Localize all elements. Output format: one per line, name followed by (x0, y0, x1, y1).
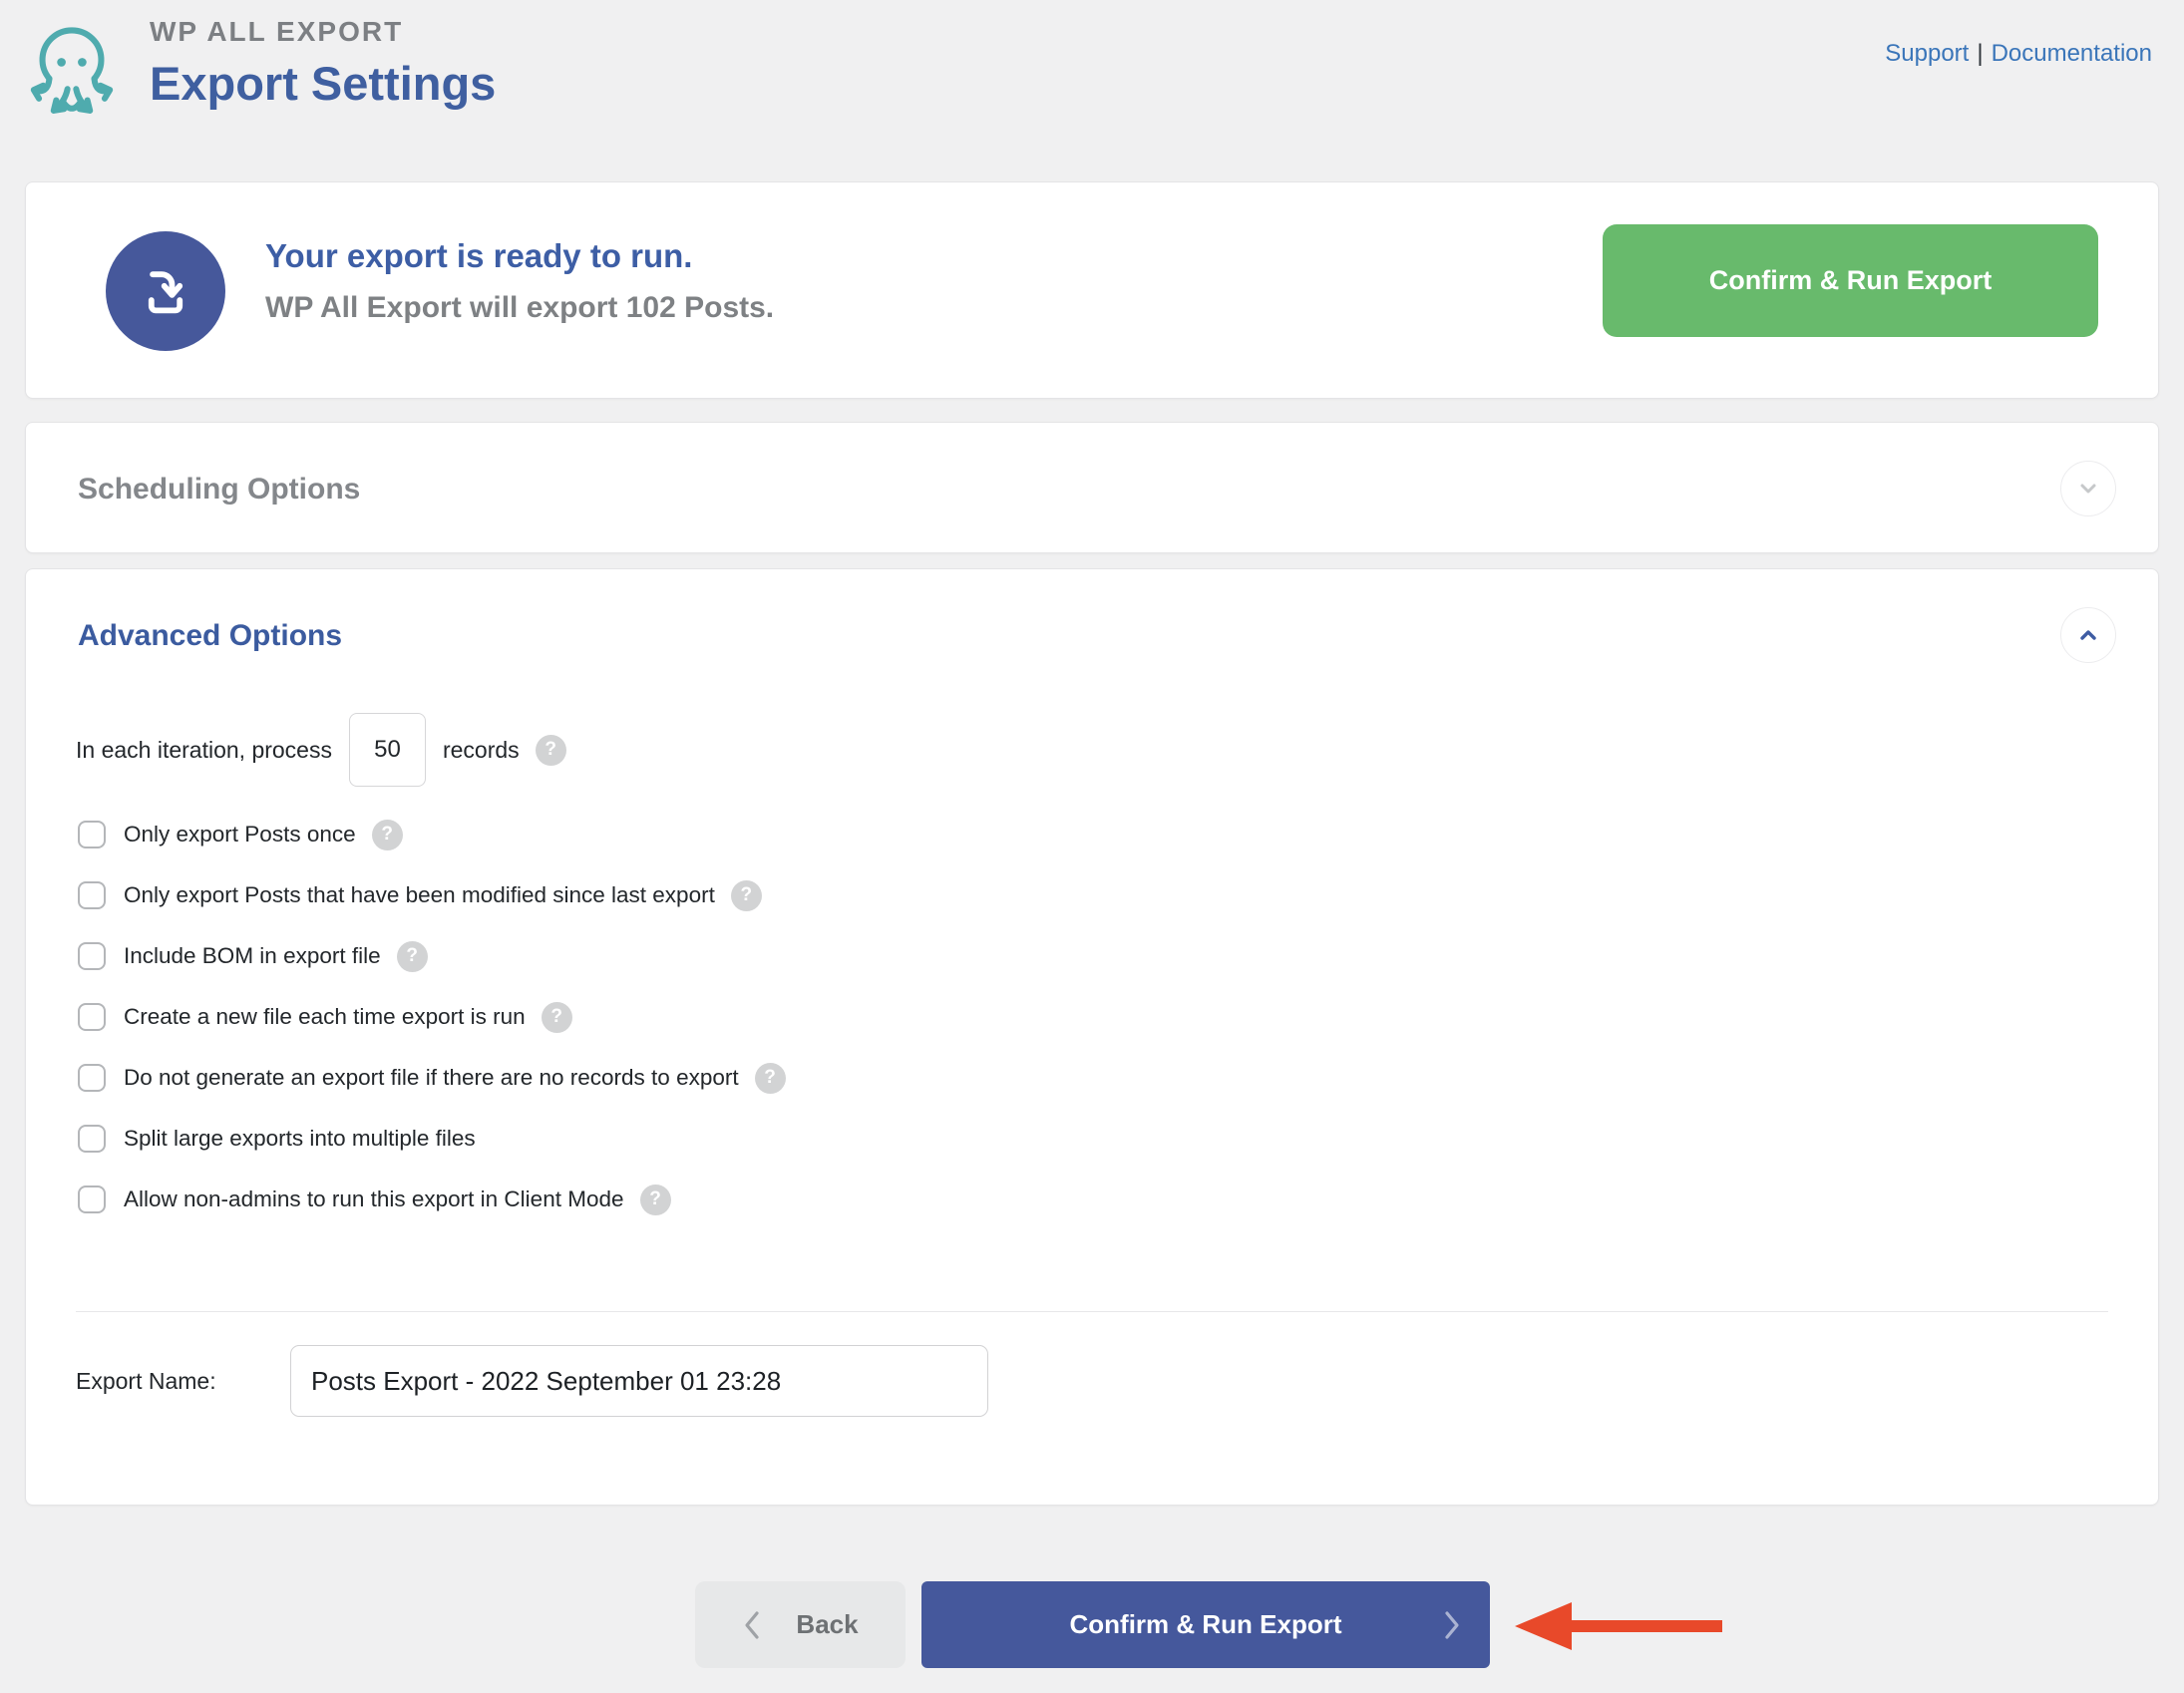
scheduling-options-card: Scheduling Options (25, 422, 2159, 553)
help-icon[interactable]: ? (730, 879, 762, 911)
export-name-input[interactable] (290, 1345, 988, 1417)
iteration-prefix-label: In each iteration, process (76, 736, 332, 763)
checkbox-label: Split large exports into multiple files (124, 1126, 476, 1151)
checkbox[interactable] (78, 1125, 106, 1153)
nav-separator: | (1977, 40, 1984, 67)
confirm-run-export-button-bottom[interactable]: Confirm & Run Export (921, 1581, 1490, 1668)
checkbox-row: Only export Posts once ? (78, 818, 786, 851)
checkbox-row: Split large exports into multiple files (78, 1122, 786, 1156)
section-divider (76, 1311, 2108, 1312)
help-icon[interactable]: ? (535, 734, 566, 766)
checkbox-label: Do not generate an export file if there … (124, 1065, 739, 1090)
checkbox[interactable] (78, 1185, 106, 1213)
advanced-collapse-toggle[interactable] (2060, 607, 2116, 663)
top-nav: Support | Documentation (1885, 40, 2152, 68)
confirm-button-label: Confirm & Run Export (1069, 1609, 1342, 1639)
checkbox-row: Create a new file each time export is ru… (78, 1000, 786, 1034)
checkbox-row: Only export Posts that have been modifie… (78, 878, 786, 912)
support-link[interactable]: Support (1885, 40, 1969, 67)
export-name-label: Export Name: (76, 1367, 216, 1394)
back-button-label: Back (796, 1609, 859, 1639)
iteration-row: In each iteration, process records ? (76, 712, 566, 788)
export-name-row: Export Name: (76, 1345, 988, 1417)
advanced-checkbox-list: Only export Posts once ? Only export Pos… (78, 818, 786, 1216)
wp-all-export-octopus-logo (30, 27, 114, 114)
checkbox[interactable] (78, 881, 106, 909)
confirm-run-export-button-top[interactable]: Confirm & Run Export (1603, 224, 2098, 337)
checkbox-label: Include BOM in export file (124, 943, 381, 968)
documentation-link[interactable]: Documentation (1992, 40, 2152, 67)
checkbox-label: Only export Posts that have been modifie… (124, 882, 715, 907)
checkbox-row: Allow non-admins to run this export in C… (78, 1183, 786, 1216)
checkbox-label: Create a new file each time export is ru… (124, 1004, 526, 1029)
checkbox-row: Do not generate an export file if there … (78, 1061, 786, 1095)
advanced-options-title: Advanced Options (78, 619, 343, 652)
help-icon[interactable]: ? (754, 1062, 786, 1094)
checkbox-row: Include BOM in export file ? (78, 939, 786, 973)
brand-name: WP ALL EXPORT (150, 16, 404, 47)
help-icon[interactable]: ? (371, 819, 403, 850)
back-button[interactable]: Back (695, 1581, 906, 1668)
checkbox[interactable] (78, 942, 106, 970)
scheduling-expand-toggle[interactable] (2060, 461, 2116, 516)
chevron-left-icon (745, 1610, 760, 1639)
iteration-suffix-label: records (442, 736, 520, 763)
download-icon (106, 231, 225, 351)
scheduling-options-title: Scheduling Options (78, 473, 361, 506)
help-icon[interactable]: ? (396, 940, 428, 972)
checkbox-label: Allow non-admins to run this export in C… (124, 1186, 624, 1211)
checkbox[interactable] (78, 1003, 106, 1031)
brand-block: WP ALL EXPORT Export Settings (150, 16, 496, 111)
banner-title: Your export is ready to run. (265, 237, 693, 274)
checkbox[interactable] (78, 1064, 106, 1092)
advanced-options-card: Advanced Options In each iteration, proc… (25, 568, 2159, 1506)
chevron-right-icon (1445, 1610, 1459, 1639)
chevron-down-icon (2080, 484, 2096, 494)
checkbox-label: Only export Posts once (124, 822, 356, 846)
export-settings-page: WP ALL EXPORT Export Settings Support | Do… (0, 0, 2184, 1693)
checkbox[interactable] (78, 821, 106, 848)
banner-text: Your export is ready to run. WP All Expo… (265, 235, 774, 328)
chevron-up-icon (2080, 630, 2096, 640)
help-icon[interactable]: ? (639, 1184, 671, 1215)
page-title: Export Settings (150, 57, 497, 110)
red-arrow-annotation (1515, 1602, 1722, 1650)
iteration-records-input[interactable] (348, 713, 426, 787)
header: WP ALL EXPORT Export Settings Support | Do… (0, 0, 2184, 150)
banner-subtitle: WP All Export will export 102 Posts. (265, 291, 775, 324)
help-icon[interactable]: ? (541, 1001, 572, 1033)
ready-banner-card: Your export is ready to run. WP All Expo… (25, 181, 2159, 399)
